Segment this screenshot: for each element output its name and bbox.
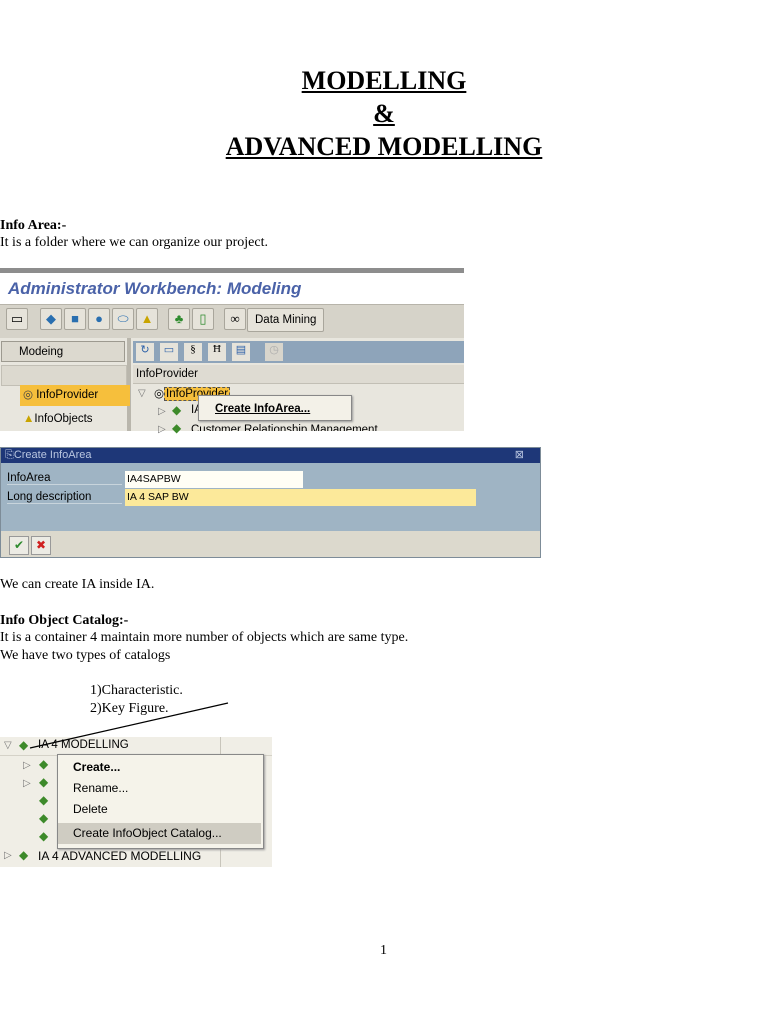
catalog-type-2: 2)Key Figure. <box>90 701 169 716</box>
menu-create[interactable]: Create... <box>58 757 263 778</box>
infoarea-icon: ◆ <box>19 848 29 862</box>
catalog-type-1: 1)Characteristic. <box>90 683 183 698</box>
long-description-input[interactable]: IA 4 SAP BW <box>125 489 476 506</box>
close-icon[interactable]: ⊠ <box>515 448 524 463</box>
ia-inside-text: We can create IA inside IA. <box>0 577 155 592</box>
menu-create-infoobject-catalog[interactable]: Create InfoObject Catalog... <box>58 823 261 844</box>
create-infoarea-dialog: ⎘Create InfoArea ⊠ InfoArea IA4SAPBW Long… <box>0 447 541 558</box>
database-icon[interactable]: ⬭ <box>112 308 134 330</box>
monitor-icon[interactable]: ▯ <box>192 308 214 330</box>
modeling-button[interactable]: Modeing <box>1 341 125 362</box>
list-icon[interactable]: ▭ <box>6 308 28 330</box>
title-line-3: ADVANCED MODELLING <box>225 132 543 161</box>
catalog-heading: Info Object Catalog:- <box>0 613 129 628</box>
layout-icon[interactable]: ▤ <box>232 343 250 361</box>
display-icon[interactable]: ▭ <box>160 343 178 361</box>
title-line-2: & <box>373 99 395 128</box>
context-menu-create-infoarea[interactable]: Create InfoArea... <box>198 395 352 421</box>
page-number: 1 <box>380 943 387 958</box>
menu-delete[interactable]: Delete <box>58 799 263 820</box>
context-menu: Create... Rename... Delete Create InfoOb… <box>57 754 264 849</box>
long-description-label: Long description <box>7 491 122 504</box>
datasource-icon[interactable]: ● <box>88 308 110 330</box>
link-icon[interactable]: ∞ <box>224 308 246 330</box>
title-line-1: MODELLING <box>301 66 467 95</box>
dialog-title-bar: ⎘Create InfoArea ⊠ <box>1 448 540 463</box>
infoarea-tree-screenshot: ▽ ◆ IA 4 MODELLING ▷ ◆ ▷ ◆ ◆ ◆ ◆ ▷ ◆ IA 4 A… <box>0 737 272 867</box>
tree-header: InfoProvider <box>133 365 464 384</box>
menu-rename[interactable]: Rename... <box>58 778 263 799</box>
data-mining-button[interactable]: Data Mining <box>247 308 325 332</box>
infoarea-icon: ◆ <box>19 738 29 752</box>
dialog-icon: ⎘ <box>5 449 14 461</box>
check-icon[interactable]: ✔ <box>9 536 29 555</box>
history-icon[interactable]: ◷ <box>265 343 283 361</box>
tree-icon[interactable]: ♣ <box>168 308 190 330</box>
refresh-icon[interactable]: ↻ <box>136 343 154 361</box>
scroll-icon[interactable]: § <box>184 343 202 361</box>
nav-item-infoobjects[interactable]: ▲InfoObjects <box>20 409 93 429</box>
cancel-icon[interactable]: ✖ <box>31 536 51 555</box>
infoarea-input[interactable]: IA4SAPBW <box>125 471 303 488</box>
infoobject-icon: ▲ <box>23 413 35 425</box>
catalog-text-2: We have two types of catalogs <box>0 648 171 663</box>
tree-child-crm[interactable]: Customer Relationship Management <box>191 422 378 431</box>
infoprovider-icon: ◎ <box>154 388 165 400</box>
source-system-icon[interactable]: ■ <box>64 308 86 330</box>
info-area-heading: Info Area:- <box>0 218 67 233</box>
tree-toolbar <box>133 341 464 363</box>
infoprovider-icon: ◎ <box>23 389 37 401</box>
infoarea-label: InfoArea <box>7 472 122 485</box>
find-icon[interactable]: Ħ <box>208 343 226 361</box>
infoobject-icon[interactable]: ▲ <box>136 308 158 330</box>
info-area-text: It is a folder where we can organize our… <box>0 235 268 250</box>
tree-item-ia4advanced[interactable]: IA 4 ADVANCED MODELLING <box>38 849 201 863</box>
nav-item-infoprovider[interactable]: ◎ InfoProvider <box>20 385 130 406</box>
document-page: MODELLING & ADVANCED MODELLING Info Area… <box>0 0 768 1024</box>
infoarea-icon: ◆ <box>172 421 182 435</box>
catalog-text-1: It is a container 4 maintain more number… <box>0 630 409 645</box>
infoarea-icon: ◆ <box>172 403 182 417</box>
tree-root-ia4modelling[interactable]: IA 4 MODELLING <box>38 739 129 751</box>
infocube-icon[interactable]: ◆ <box>40 308 62 330</box>
window-title: Administrator Workbench: Modeling <box>8 279 302 298</box>
